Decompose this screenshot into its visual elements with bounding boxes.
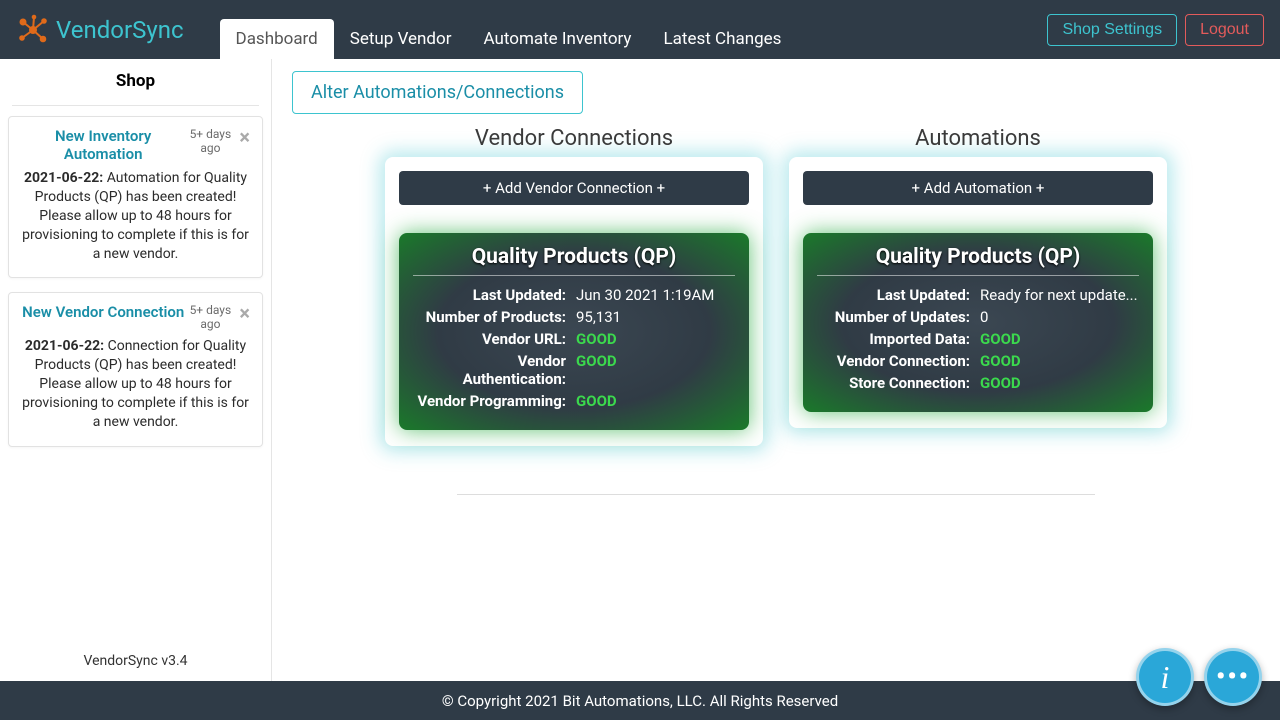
- brand[interactable]: VendorSync: [16, 13, 184, 47]
- notifications-list: New Inventory Automation 5+ days ago × 2…: [0, 106, 271, 641]
- sidebar-title: Shop: [12, 59, 259, 106]
- navbar: VendorSync Dashboard Setup Vendor Automa…: [0, 0, 1280, 59]
- notification-item: New Inventory Automation 5+ days ago × 2…: [8, 116, 263, 278]
- info-icon: i: [1161, 659, 1170, 696]
- app-version: VendorSync v3.4: [0, 641, 271, 681]
- nav-automate-inventory[interactable]: Automate Inventory: [467, 19, 647, 59]
- card-title: Quality Products (QP): [413, 245, 735, 276]
- notification-body: 2021-06-22: Automation for Quality Produ…: [21, 169, 250, 263]
- main-content: Alter Automations/Connections Vendor Con…: [272, 59, 1280, 681]
- panel-title: Vendor Connections: [385, 126, 763, 151]
- logout-button[interactable]: Logout: [1185, 14, 1264, 46]
- automation-card[interactable]: Quality Products (QP) Last Updated:Ready…: [803, 233, 1153, 412]
- brand-text: VendorSync: [56, 16, 184, 44]
- automations-panel: Automations + Add Automation + Quality P…: [789, 126, 1167, 446]
- nav-latest-changes[interactable]: Latest Changes: [647, 19, 797, 59]
- chat-icon: •••: [1216, 662, 1250, 692]
- footer: © Copyright 2021 Bit Automations, LLC. A…: [0, 681, 1280, 720]
- shop-settings-button[interactable]: Shop Settings: [1047, 14, 1177, 46]
- footer-text: © Copyright 2021 Bit Automations, LLC. A…: [442, 692, 838, 710]
- nav-links: Dashboard Setup Vendor Automate Inventor…: [220, 0, 798, 59]
- notification-time: 5+ days ago: [185, 303, 235, 331]
- notification-body: 2021-06-22: Connection for Quality Produ…: [21, 337, 250, 431]
- close-icon[interactable]: ×: [239, 127, 250, 147]
- brand-logo-icon: [16, 13, 50, 47]
- sidebar: Shop New Inventory Automation 5+ days ag…: [0, 59, 272, 681]
- add-vendor-connection-button[interactable]: + Add Vendor Connection +: [399, 171, 749, 205]
- add-automation-button[interactable]: + Add Automation +: [803, 171, 1153, 205]
- notification-title[interactable]: New Vendor Connection: [21, 303, 185, 321]
- notification-time: 5+ days ago: [185, 127, 235, 155]
- panel-title: Automations: [789, 126, 1167, 151]
- notification-title[interactable]: New Inventory Automation: [21, 127, 185, 163]
- alter-automations-button[interactable]: Alter Automations/Connections: [292, 71, 583, 114]
- vendor-connections-panel: Vendor Connections + Add Vendor Connecti…: [385, 126, 763, 446]
- nav-setup-vendor[interactable]: Setup Vendor: [334, 19, 468, 59]
- divider: [457, 494, 1096, 495]
- close-icon[interactable]: ×: [239, 303, 250, 323]
- notification-item: New Vendor Connection 5+ days ago × 2021…: [8, 292, 263, 446]
- vendor-card[interactable]: Quality Products (QP) Last Updated:Jun 3…: [399, 233, 749, 430]
- info-button[interactable]: i: [1136, 648, 1194, 706]
- nav-dashboard[interactable]: Dashboard: [220, 19, 334, 59]
- chat-button[interactable]: •••: [1204, 648, 1262, 706]
- card-title: Quality Products (QP): [817, 245, 1139, 276]
